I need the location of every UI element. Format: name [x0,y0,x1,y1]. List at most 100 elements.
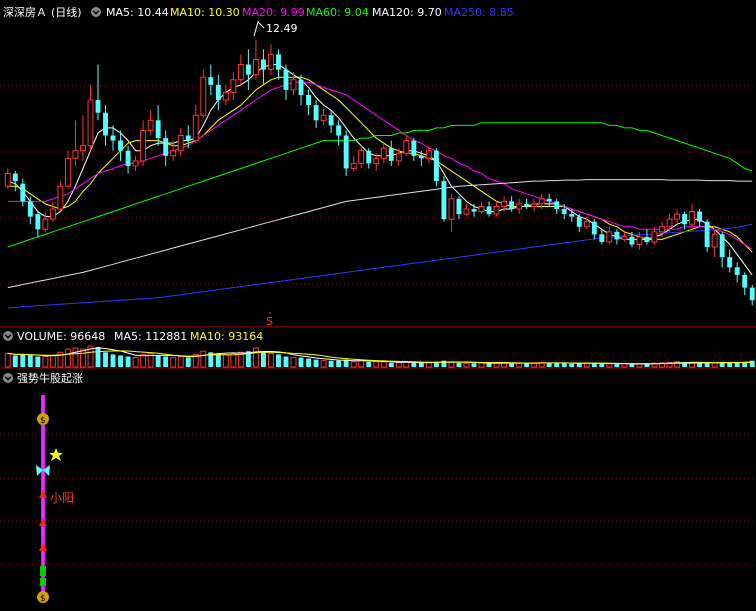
candle-body-down [561,209,567,215]
candle-body-up [87,99,94,147]
volume-bar-up [621,363,628,368]
volume-bar-up [478,362,485,368]
candle-body-down [697,211,703,222]
ma-legend-item: MA20: 9.99 [242,6,305,19]
candle-body-down [471,209,477,212]
volume-bar-up [64,348,71,368]
volume-bar-down [441,360,447,367]
volume-bar-up [72,347,79,368]
volume-bar-down [569,363,575,367]
green-bar-marker [40,578,46,586]
candle-body-up [80,145,86,152]
signal-marker-label: S [266,315,273,328]
candle-body-down [283,69,289,90]
volume-bar-down [336,360,342,367]
candle-body-up [72,150,79,159]
volume-bar-down [614,363,620,367]
candle-body-down [418,155,424,159]
candle-body-down [599,234,605,242]
candle-body-down [27,201,33,217]
volume-bar-up [463,362,470,368]
volume-bar-up [711,362,718,368]
chart-background [0,0,756,611]
candle-body-up [651,231,658,243]
candle-body-up [403,140,410,154]
volume-bar-down [215,353,221,367]
stock-chart[interactable]: 深深房Ａ (日线) MA5: 10.44 MA10: 10.30 MA20: 9.9… [0,0,756,611]
volume-bar-down [276,354,281,367]
indicator-title: 强势牛股起涨 [17,371,83,385]
candle-body-down [163,138,169,156]
candle-body-up [192,114,199,142]
volume-bar-down [260,352,266,367]
candle-body-up [689,211,696,225]
candle-body-up [501,200,508,207]
candle-body-up [42,218,49,230]
candle-body-up [448,198,455,220]
period-label: (日线) [51,5,82,19]
candle-body-up [177,135,184,152]
candle-body-down [336,125,342,136]
candle-body-up [674,213,680,220]
candle-body-up [132,160,139,167]
candle-body-up [583,221,590,228]
chevron-down-icon[interactable] [3,373,13,383]
volume-bar-down [509,363,515,367]
chevron-down-icon[interactable] [3,331,13,341]
volume-bar-up [140,353,147,368]
ma-legend-item: MA5: 10.44 [106,6,169,19]
ma-legend-item: MA120: 9.70 [372,6,442,19]
candle-body-down [727,257,733,268]
indicator-annotation: 小阳 [50,491,74,505]
candle-body-down [12,173,18,182]
volume-bar-down [103,352,108,367]
candle-body-down [215,84,221,101]
candle-body-down [118,140,124,151]
ma-legend-item: MA10: 10.30 [170,6,240,19]
volume-bar-down [599,363,605,367]
ma-legend-item: MA60: 9.04 [306,6,369,19]
volume-bar-up [358,360,365,368]
candle-body-up [170,150,177,157]
candle-body-down [411,140,417,156]
volume-bar-down [35,356,41,367]
volume-bar-down [456,362,462,367]
candle-body-up [358,150,365,164]
volume-bar-down [125,356,131,367]
volume-bar-down [12,355,18,367]
ma-legend-item: MA250: 8.85 [444,6,514,19]
signal-marker: S [266,312,273,328]
candle-body-up [659,226,665,233]
volume-bar-down [110,354,116,367]
candle-body-down [433,150,439,182]
candle-body-down [328,115,334,126]
candle-body-down [614,231,620,240]
volume-bar-up [4,352,11,368]
volume-bar-up [222,353,229,368]
volume-bar-down [524,363,530,367]
chevron-down-icon[interactable] [91,7,101,17]
volume-bar-down [27,355,33,367]
volume-bar-up [516,362,523,368]
volume-bar-up [373,361,380,368]
candle-body-up [290,79,297,91]
candle-body-up [395,152,402,162]
volume-bar-down [95,347,101,367]
candle-body-up [200,76,207,116]
volume-bar-up [132,357,139,368]
candle-body-up [516,203,523,210]
high-price-label: 12.49 [266,22,298,35]
volume-bar-up [290,357,297,368]
volume-bar-up [252,347,259,368]
volume-bar-down [366,361,372,367]
candle-body-up [147,119,154,131]
volume-bar-down [163,356,169,367]
candle-body-up [538,198,545,205]
volume-bar-up [200,350,207,368]
candle-body-down [441,181,447,220]
volume-bar-down [283,356,289,367]
candle-body-down [208,77,214,85]
volume-bar-down [411,362,417,367]
candle-body-down [719,234,725,258]
candle-body-up [268,53,274,71]
